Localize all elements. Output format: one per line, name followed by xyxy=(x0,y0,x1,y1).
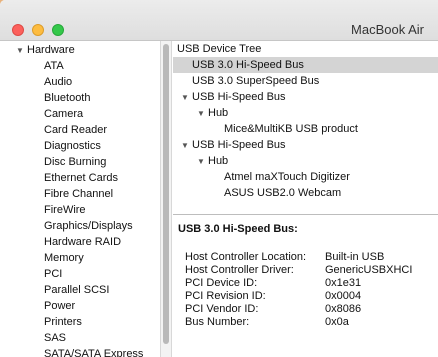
tree-row-label: Hub xyxy=(208,107,229,119)
tree-row-label: Hub xyxy=(208,155,229,167)
tree-row-label: USB 3.0 Hi-Speed Bus xyxy=(192,59,304,71)
sidebar-item-ata[interactable]: ATA xyxy=(44,58,64,74)
disclosure-triangle-icon[interactable]: ▼ xyxy=(197,154,208,170)
prop-value-host-controller-driver: GenericUSBXHCI xyxy=(325,264,413,276)
prop-value-host-controller-location: Built-in USB xyxy=(325,251,385,263)
disclosure-triangle-icon[interactable]: ▼ xyxy=(197,106,208,122)
window-title: MacBook Air xyxy=(351,22,424,37)
tree-row-label: Atmel maXTouch Digitizer xyxy=(224,171,350,183)
disclosure-triangle-icon[interactable]: ▼ xyxy=(16,43,27,59)
sidebar-item-sata-sata-express[interactable]: SATA/SATA Express xyxy=(44,346,143,357)
close-button[interactable] xyxy=(12,24,24,36)
prop-value-pci-device-id: 0x1e31 xyxy=(325,277,362,289)
system-information-window: MacBook Air ▼ Hardware ATA Audio Bluetoot… xyxy=(0,0,438,357)
sidebar-section-label: Hardware xyxy=(27,44,75,56)
prop-value-pci-vendor-id: 0x8086 xyxy=(325,303,362,315)
sidebar-item-ethernet-cards[interactable]: Ethernet Cards xyxy=(44,170,118,186)
detail-title: USB 3.0 Hi-Speed Bus: xyxy=(178,223,298,235)
sidebar-item-power[interactable]: Power xyxy=(44,298,75,314)
usb-device-tree: USB Device Tree USB 3.0 Hi-Speed Bus USB… xyxy=(173,41,438,214)
tree-row-hub-1[interactable]: ▼ Hub xyxy=(173,105,438,121)
tree-row-mice-multikb[interactable]: Mice&MultiKB USB product xyxy=(173,121,438,137)
disclosure-triangle-icon[interactable]: ▼ xyxy=(181,138,192,154)
tree-row-label: ASUS USB2.0 Webcam xyxy=(224,187,342,199)
prop-value-pci-revision-id: 0x0004 xyxy=(325,290,362,302)
tree-row-usb3-hi-speed-bus[interactable]: USB 3.0 Hi-Speed Bus xyxy=(173,57,438,73)
sidebar-item-audio[interactable]: Audio xyxy=(44,74,72,90)
sidebar-item-pci[interactable]: PCI xyxy=(44,266,62,282)
prop-label-pci-device-id: PCI Device ID: xyxy=(185,277,258,289)
disclosure-triangle-icon[interactable]: ▼ xyxy=(181,90,192,106)
minimize-button[interactable] xyxy=(32,24,44,36)
tree-row-hub-2[interactable]: ▼ Hub xyxy=(173,153,438,169)
prop-label-bus-number: Bus Number: xyxy=(185,316,250,328)
prop-label-pci-revision-id: PCI Revision ID: xyxy=(185,290,266,302)
tree-row-usb3-superspeed-bus[interactable]: USB 3.0 SuperSpeed Bus xyxy=(173,73,438,89)
tree-row-usb-hi-speed-bus-2[interactable]: ▼ USB Hi-Speed Bus xyxy=(173,137,438,153)
sidebar-item-sas[interactable]: SAS xyxy=(44,330,66,346)
sidebar-item-hardware-raid[interactable]: Hardware RAID xyxy=(44,234,121,250)
tree-header: USB Device Tree xyxy=(177,43,262,55)
tree-row-label: USB Hi-Speed Bus xyxy=(192,139,286,151)
detail-pane: USB 3.0 Hi-Speed Bus: Host Controller Lo… xyxy=(173,215,438,357)
sidebar-item-disc-burning[interactable]: Disc Burning xyxy=(44,154,106,170)
prop-value-bus-number: 0x0a xyxy=(325,316,349,328)
sidebar-item-graphics-displays[interactable]: Graphics/Displays xyxy=(44,218,133,234)
tree-row-label: USB 3.0 SuperSpeed Bus xyxy=(192,75,320,87)
sidebar: ▼ Hardware ATA Audio Bluetooth Camera Car… xyxy=(0,41,160,357)
sidebar-item-bluetooth[interactable]: Bluetooth xyxy=(44,90,90,106)
zoom-button[interactable] xyxy=(52,24,64,36)
tree-row-asus-webcam[interactable]: ASUS USB2.0 Webcam xyxy=(173,185,438,201)
sidebar-section-hardware[interactable]: ▼ Hardware xyxy=(16,42,75,58)
sidebar-item-memory[interactable]: Memory xyxy=(44,250,84,266)
tree-row-usb-hi-speed-bus-1[interactable]: ▼ USB Hi-Speed Bus xyxy=(173,89,438,105)
prop-label-host-controller-driver: Host Controller Driver: xyxy=(185,264,294,276)
sidebar-item-printers[interactable]: Printers xyxy=(44,314,82,330)
sidebar-item-diagnostics[interactable]: Diagnostics xyxy=(44,138,101,154)
sidebar-item-card-reader[interactable]: Card Reader xyxy=(44,122,107,138)
sidebar-item-camera[interactable]: Camera xyxy=(44,106,83,122)
tree-row-label: Mice&MultiKB USB product xyxy=(224,123,358,135)
sidebar-item-fibre-channel[interactable]: Fibre Channel xyxy=(44,186,113,202)
prop-label-pci-vendor-id: PCI Vendor ID: xyxy=(185,303,259,315)
prop-label-host-controller-location: Host Controller Location: xyxy=(185,251,307,263)
tree-row-atmel-maxtouch[interactable]: Atmel maXTouch Digitizer xyxy=(173,169,438,185)
sidebar-item-firewire[interactable]: FireWire xyxy=(44,202,86,218)
tree-row-label: USB Hi-Speed Bus xyxy=(192,91,286,103)
sidebar-item-parallel-scsi[interactable]: Parallel SCSI xyxy=(44,282,109,298)
title-bar[interactable]: MacBook Air xyxy=(0,0,438,41)
sidebar-scrollbar-thumb[interactable] xyxy=(163,44,169,344)
